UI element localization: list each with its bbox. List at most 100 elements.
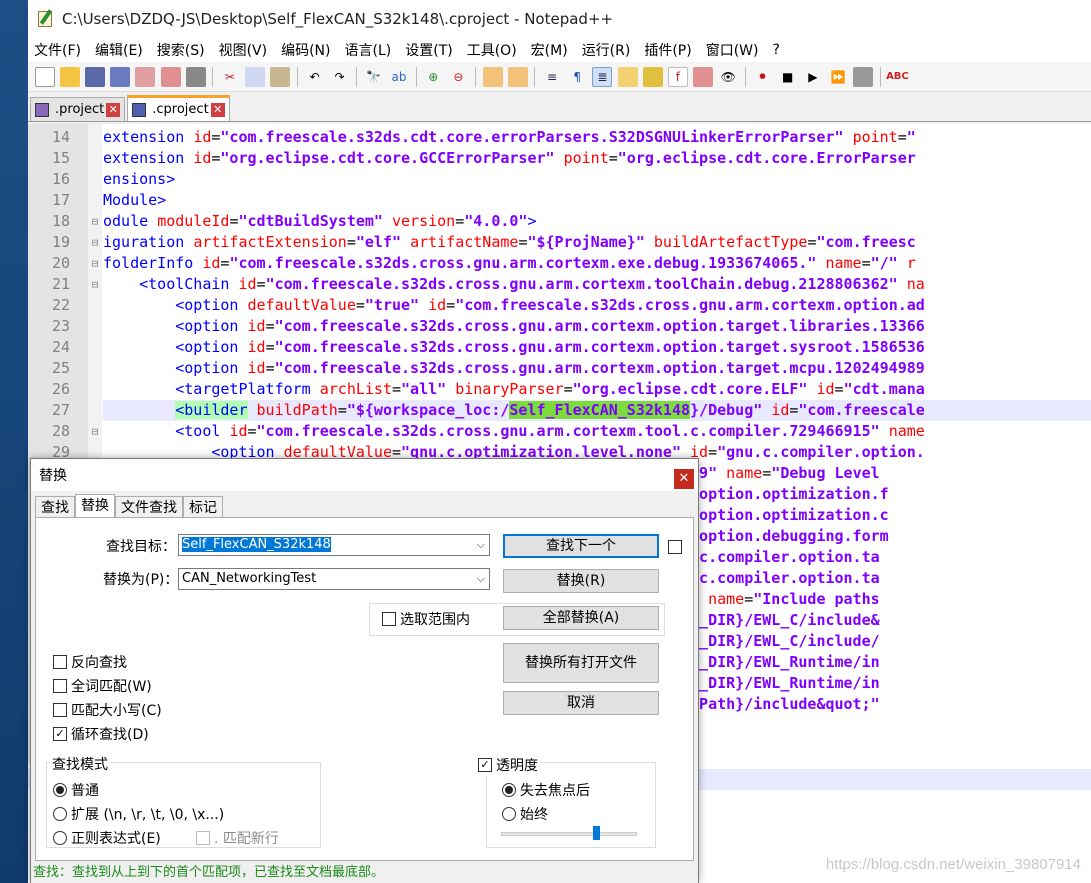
undo-icon[interactable]: ↶ (304, 67, 324, 87)
indent-guide-icon[interactable]: ≣ (592, 66, 613, 87)
fold-marker-icon[interactable]: ⊟ (88, 421, 102, 442)
mode-regex-radio[interactable]: 正则表达式(E) (53, 828, 161, 848)
tab-cproject[interactable]: .cproject ✕ (127, 95, 230, 121)
tab-find[interactable]: 查找 (35, 496, 75, 518)
close-all-icon[interactable] (160, 66, 181, 87)
menu-language[interactable]: 语言(L) (345, 40, 392, 60)
menu-help[interactable]: ? (773, 42, 780, 58)
fold-marker-icon[interactable]: ⊟ (88, 274, 102, 295)
show-all-chars-icon[interactable]: ¶ (567, 67, 587, 87)
replace-icon[interactable]: ab (389, 67, 409, 87)
wrap-around-checkbox[interactable]: ✓ 循环查找(D) (53, 724, 149, 744)
dialog-title-bar[interactable]: 替换 ✕ (31, 459, 698, 491)
print-icon[interactable] (185, 66, 206, 87)
tab-mark[interactable]: 标记 (183, 496, 223, 518)
word-wrap-icon[interactable]: ≡ (542, 67, 562, 87)
title-bar[interactable]: C:\Users\DZDQ-JS\Desktop\Self_FlexCAN_S3… (28, 0, 1091, 38)
chevron-down-icon[interactable]: ⌵ (477, 535, 485, 555)
zoom-in-icon[interactable]: ⊕ (423, 67, 443, 87)
code-line[interactable]: 22 <option defaultValue="true" id="com.f… (28, 295, 1091, 316)
copy-icon[interactable] (245, 66, 266, 87)
code-line[interactable]: 25 <option id="com.freescale.s32ds.cross… (28, 358, 1091, 379)
open-file-icon[interactable] (59, 66, 80, 87)
find-next-checkbox[interactable] (668, 540, 682, 554)
stop-macro-icon[interactable]: ■ (778, 67, 798, 87)
code-line[interactable]: 18 ⊟ odule moduleId="cdtBuildSystem" versi… (28, 211, 1091, 232)
code-line[interactable]: 16 ensions> (28, 169, 1091, 190)
sync-horizontal-icon[interactable] (507, 66, 528, 87)
record-macro-icon[interactable]: ⏺ (752, 67, 772, 87)
dialog-close-icon[interactable]: ✕ (674, 469, 694, 489)
replace-all-button[interactable]: 全部替换(A) (503, 606, 659, 630)
save-macro-icon[interactable] (853, 66, 874, 87)
replace-all-open-button[interactable]: 替换所有打开文件 (503, 643, 659, 683)
mode-normal-radio[interactable]: 普通 (53, 780, 99, 800)
paste-icon[interactable] (270, 66, 291, 87)
redo-icon[interactable]: ↷ (330, 67, 350, 87)
tab-find-in-files[interactable]: 文件查找 (115, 496, 183, 518)
menu-view[interactable]: 视图(V) (219, 40, 268, 60)
menu-tools[interactable]: 工具(O) (467, 40, 517, 60)
mode-extended-radio[interactable]: 扩展 (\n, \r, \t, \0, \x...) (53, 804, 224, 824)
tab-close-icon[interactable]: ✕ (210, 102, 225, 117)
code-line[interactable]: 17 Module> (28, 190, 1091, 211)
menu-window[interactable]: 窗口(W) (706, 40, 759, 60)
menu-run[interactable]: 运行(R) (582, 40, 631, 60)
code-line[interactable]: 24 <option id="com.freescale.s32ds.cross… (28, 337, 1091, 358)
save-all-icon[interactable] (110, 66, 131, 87)
code-line[interactable]: 23 <option id="com.freescale.s32ds.cross… (28, 316, 1091, 337)
menu-plugins[interactable]: 插件(P) (644, 40, 691, 60)
save-icon[interactable] (84, 66, 105, 87)
find-input[interactable]: Self_FlexCAN_S32k148 ⌵ (178, 534, 490, 556)
project-panel-icon[interactable] (693, 66, 714, 87)
spell-check-icon[interactable]: ABC (886, 67, 909, 87)
run-macro-multiple-icon[interactable]: ⏩ (828, 67, 848, 87)
find-icon[interactable]: 🔭 (364, 67, 384, 87)
fold-marker-icon[interactable]: ⊟ (88, 253, 102, 274)
menu-search[interactable]: 搜索(S) (157, 40, 205, 60)
cancel-button[interactable]: 取消 (503, 691, 659, 715)
monitoring-icon[interactable]: 👁 (718, 67, 738, 87)
whole-word-checkbox[interactable]: 全词匹配(W) (53, 676, 152, 696)
fold-marker-icon[interactable]: ⊟ (88, 232, 102, 253)
replace-button[interactable]: 替换(R) (503, 569, 659, 593)
transparency-slider[interactable] (501, 832, 637, 836)
transparency-checkbox[interactable]: ✓ 透明度 (478, 755, 540, 775)
menu-edit[interactable]: 编辑(E) (95, 40, 143, 60)
play-macro-icon[interactable]: ▶ (803, 67, 823, 87)
code-line[interactable]: 21 ⊟ <toolChain id="com.freescale.s32ds.c… (28, 274, 1091, 295)
find-next-button[interactable]: 查找下一个 (503, 534, 659, 558)
document-map-icon[interactable] (642, 66, 663, 87)
menu-macro[interactable]: 宏(M) (531, 40, 568, 60)
close-icon[interactable] (135, 66, 156, 87)
code-line[interactable]: 15 extension id="org.eclipse.cdt.core.GCC… (28, 148, 1091, 169)
code-line[interactable]: 26 <targetPlatform archList="all" binary… (28, 379, 1091, 400)
slider-thumb[interactable] (592, 826, 600, 840)
match-case-checkbox[interactable]: 匹配大小写(C) (53, 700, 162, 720)
backward-checkbox[interactable]: 反向查找 (53, 652, 127, 672)
menu-encoding[interactable]: 编码(N) (281, 40, 330, 60)
zoom-out-icon[interactable]: ⊖ (448, 67, 468, 87)
menu-settings[interactable]: 设置(T) (405, 40, 452, 60)
replace-input[interactable]: CAN_NetworkingTest ⌵ (178, 568, 490, 590)
tab-close-icon[interactable]: ✕ (106, 102, 121, 117)
chevron-down-icon[interactable]: ⌵ (477, 569, 485, 589)
code-line[interactable]: 28 ⊟ <tool id="com.freescale.s32ds.cross.… (28, 421, 1091, 442)
trans-always-radio[interactable]: 始终 (502, 804, 548, 824)
code-line[interactable]: 14 extension id="com.freescale.s32ds.cdt.… (28, 127, 1091, 148)
folder-as-workspace-icon[interactable] (617, 66, 638, 87)
function-list-icon[interactable]: f (667, 66, 688, 87)
code-line[interactable]: 19 ⊟ iguration artifactExtension="elf" art… (28, 232, 1091, 253)
new-file-icon[interactable] (34, 66, 55, 87)
fold-marker-icon[interactable]: ⊟ (88, 211, 102, 232)
tab-replace[interactable]: 替换 (75, 494, 115, 518)
menu-file[interactable]: 文件(F) (34, 40, 81, 60)
in-selection-checkbox[interactable]: 选取范围内 (382, 609, 470, 629)
cut-icon[interactable]: ✂ (220, 67, 240, 87)
trans-lose-focus-radio[interactable]: 失去焦点后 (502, 780, 590, 800)
code-line[interactable]: 27 <builder buildPath="${workspace_loc:/… (28, 400, 1091, 421)
code-line[interactable]: 20 ⊟ folderInfo id="com.freescale.s32ds.cr… (28, 253, 1091, 274)
tab-project[interactable]: .project ✕ (30, 97, 126, 121)
tab-label: .cproject (152, 102, 209, 117)
sync-vertical-icon[interactable] (482, 66, 503, 87)
